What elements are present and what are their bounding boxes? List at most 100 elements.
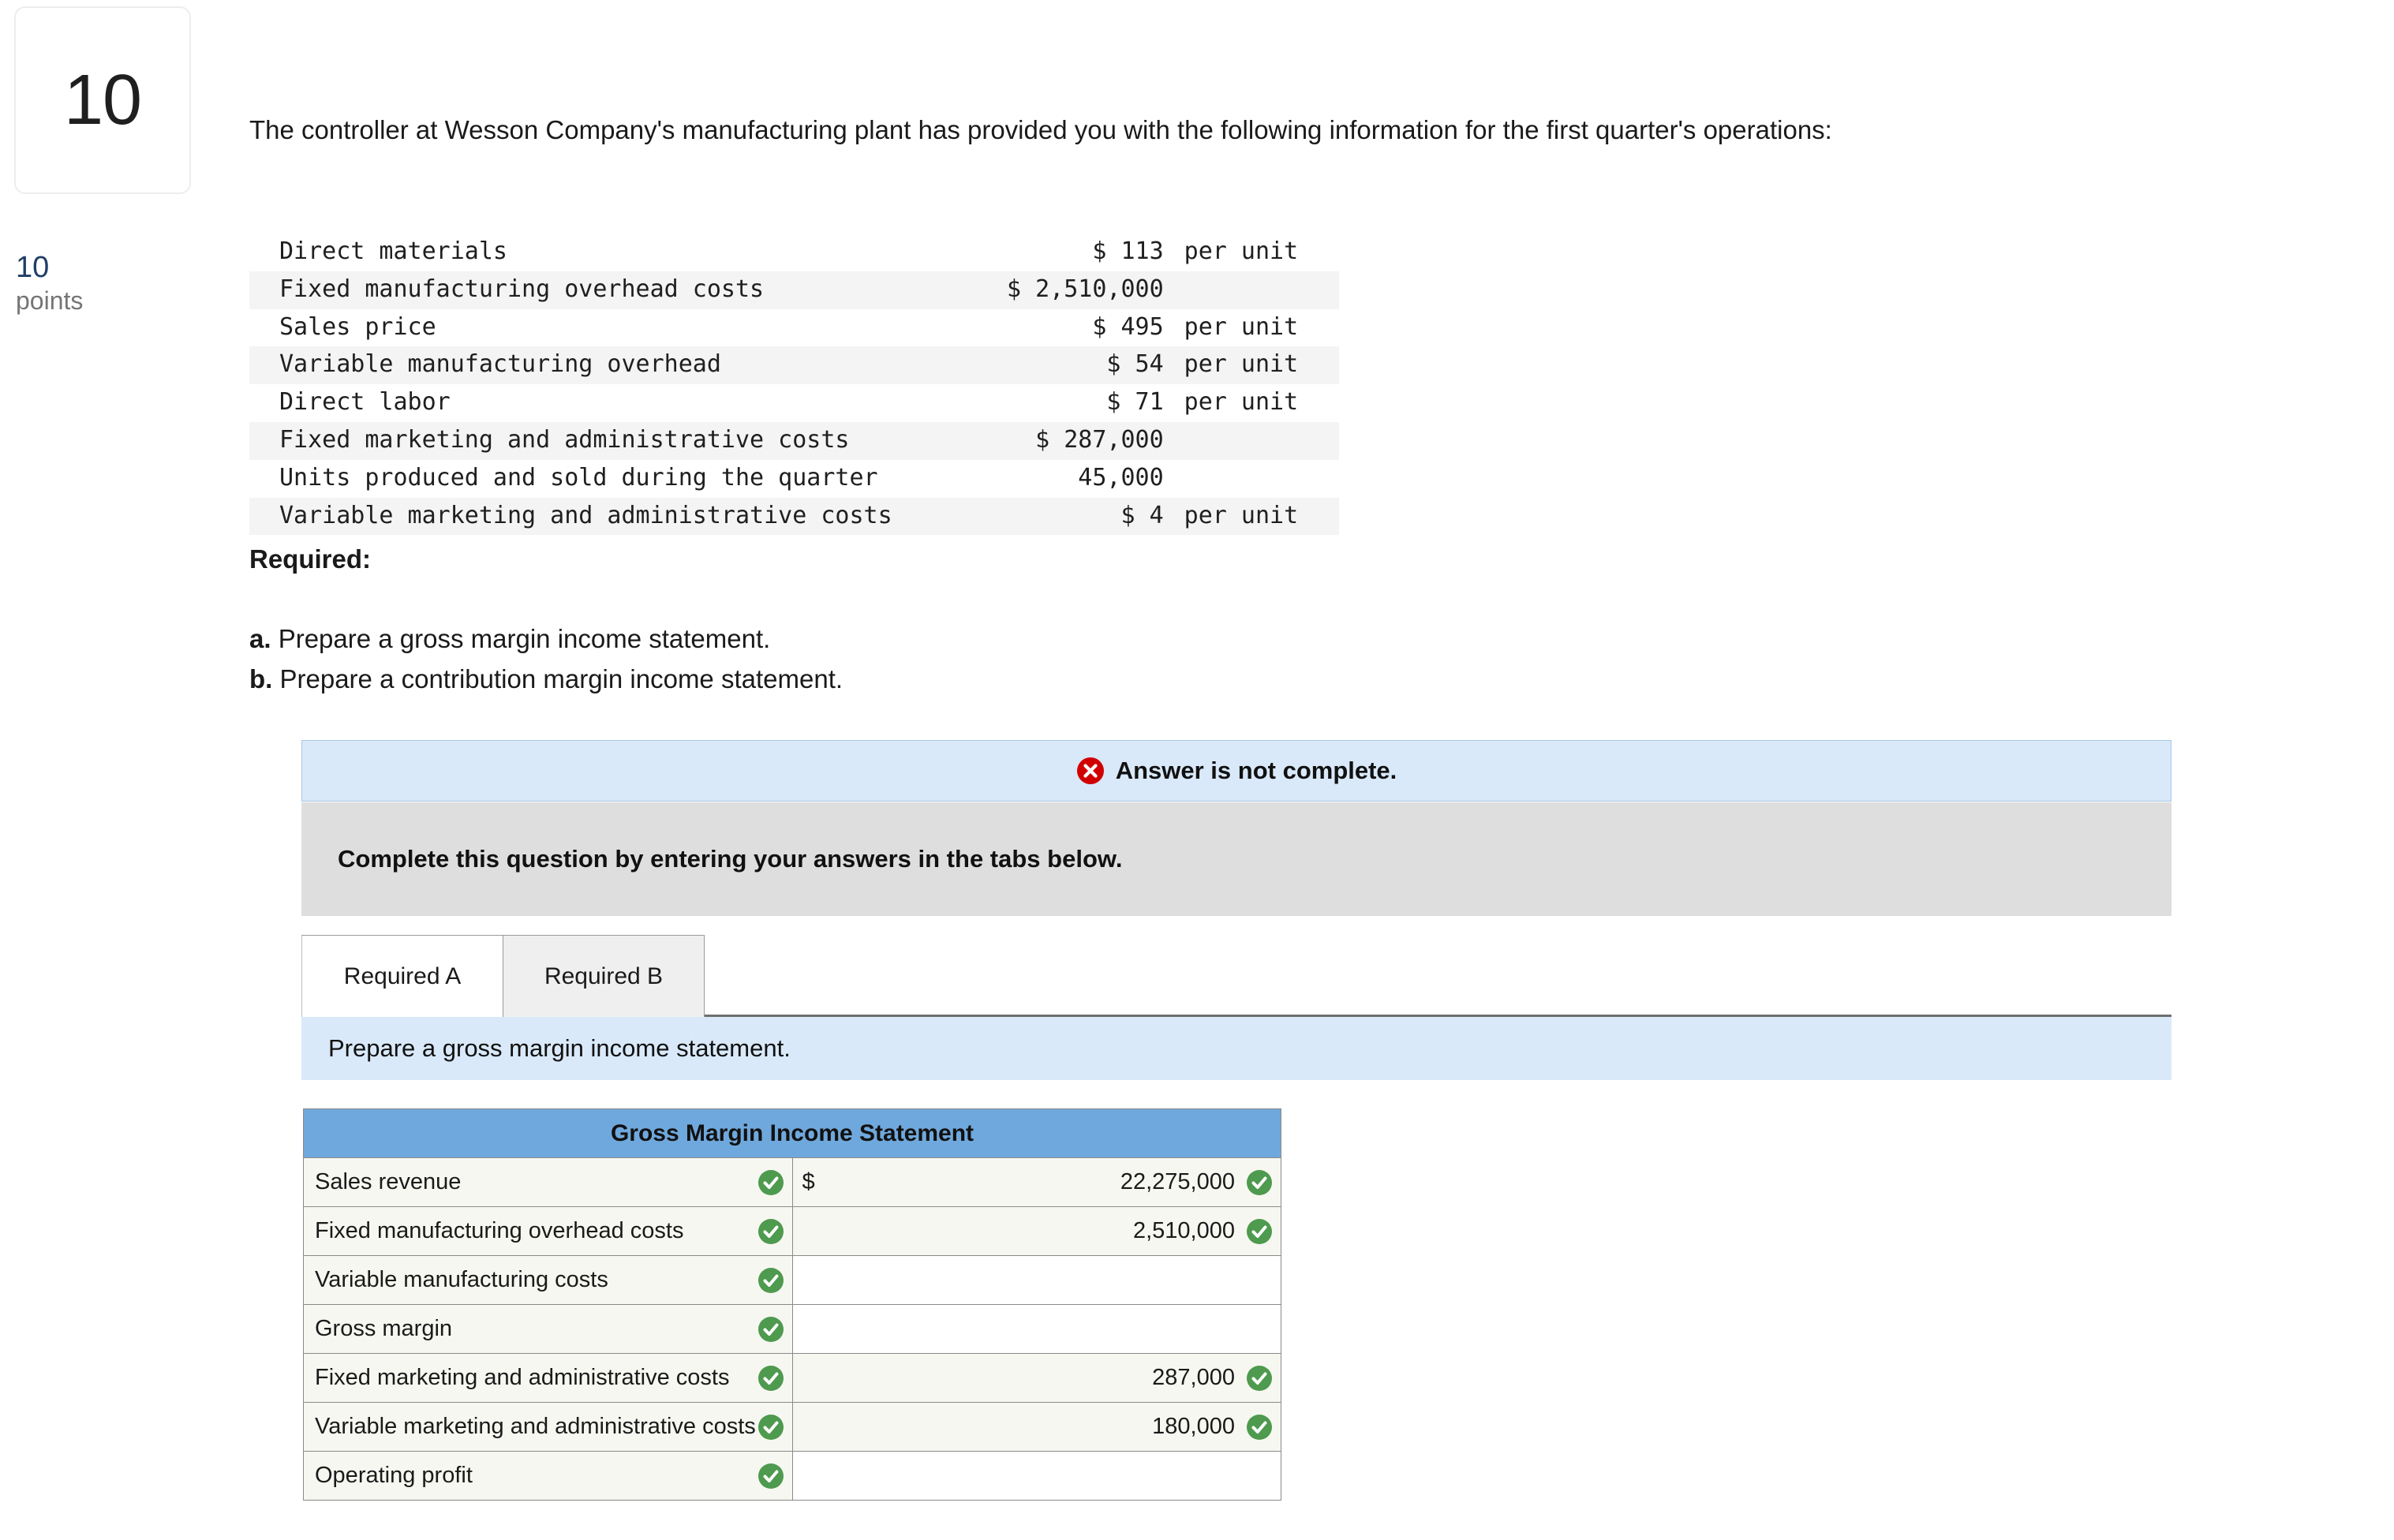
correct-check-icon: [757, 1218, 784, 1244]
tab-required-a-label: Required A: [343, 962, 462, 989]
subprompt-text: Prepare a gross margin income statement.: [328, 1034, 791, 1062]
question-number: 10: [63, 61, 142, 140]
statement-label-text: Fixed manufacturing overhead costs: [315, 1218, 684, 1243]
given-data-unit: [1173, 460, 1339, 498]
required-item-text: Prepare a gross margin income statement.: [271, 624, 771, 653]
given-data-row: Variable marketing and administrative co…: [249, 497, 1339, 536]
statement-label-cell[interactable]: Gross margin: [303, 1304, 793, 1354]
required-item-text: Prepare a contribution margin income sta…: [272, 664, 844, 694]
correct-check-icon: [757, 1169, 784, 1195]
given-data-body: Direct materials $ 113 per unit Fixed manuf…: [249, 234, 1339, 536]
statement-value-text: 180,000: [1152, 1414, 1235, 1439]
given-data-unit: [1173, 271, 1339, 309]
points-block: 10 points: [16, 251, 174, 316]
statement-label-text: Operating profit: [315, 1463, 473, 1488]
statement-value-cell[interactable]: [791, 1451, 1281, 1501]
statement-row: Fixed manufacturing overhead costs 2,510,…: [303, 1206, 1281, 1256]
required-item-marker: b.: [249, 664, 273, 694]
correct-check-icon: [1247, 1365, 1272, 1391]
statement-value-cell[interactable]: [791, 1255, 1281, 1305]
statement-label-cell[interactable]: Sales revenue: [303, 1157, 793, 1207]
statement-value-cell[interactable]: $22,275,000: [791, 1157, 1281, 1207]
statement-row: Fixed marketing and administrative costs…: [303, 1353, 1281, 1403]
given-data-label: Fixed manufacturing overhead costs: [249, 271, 913, 309]
required-list: a. Prepare a gross margin income stateme…: [249, 619, 843, 699]
statement-row: Operating profit: [303, 1451, 1281, 1501]
statement-title: Gross Margin Income Statement: [303, 1108, 1281, 1158]
correct-check-icon: [1247, 1169, 1272, 1195]
statement-value-text: 2,510,000: [1132, 1218, 1235, 1243]
statement-value-cell[interactable]: [791, 1304, 1281, 1354]
statement-label-text: Gross margin: [315, 1316, 453, 1341]
error-circle-x-icon: [1076, 757, 1104, 784]
instruction-text: Complete this question by entering your …: [338, 845, 1123, 873]
statement-row: Sales revenue $22,275,000: [303, 1157, 1281, 1207]
tab-bar: Required A Required B: [301, 935, 2171, 1017]
correct-check-icon: [757, 1414, 784, 1440]
correct-check-icon: [1247, 1414, 1272, 1440]
required-item: a. Prepare a gross margin income stateme…: [249, 619, 843, 659]
statement-label-cell[interactable]: Variable marketing and administrative co…: [303, 1402, 793, 1452]
statement-row: Variable manufacturing costs: [303, 1255, 1281, 1305]
correct-check-icon: [757, 1267, 784, 1293]
statement-value-cell[interactable]: 180,000: [791, 1402, 1281, 1452]
currency-symbol: $: [802, 1169, 815, 1194]
statement-table-wrapper: Gross Margin Income Statement Sales reve…: [301, 1108, 2171, 1501]
statement-label-cell[interactable]: Fixed marketing and administrative costs: [303, 1353, 793, 1403]
given-data-row: Direct materials $ 113 per unit: [249, 234, 1339, 271]
given-data-table: Direct materials $ 113 per unit Fixed manuf…: [249, 234, 1339, 536]
given-data-unit: per unit: [1173, 346, 1339, 385]
given-data-label: Variable marketing and administrative co…: [249, 497, 913, 536]
answer-panel: Answer is not complete. Complete this qu…: [301, 740, 2171, 1501]
given-data-unit: per unit: [1184, 237, 1299, 265]
given-data-row: Sales price $ 495 per unit: [249, 309, 1339, 347]
points-value: 10: [16, 251, 50, 284]
given-data-row: Direct labor $ 71 per unit: [249, 384, 1339, 422]
given-data-unit: per unit: [1184, 312, 1299, 341]
given-data-unit: per unit: [1184, 388, 1299, 417]
given-data-amount: $ 4: [912, 497, 1173, 536]
tab-required-b-label: Required B: [544, 962, 664, 989]
given-data-amount: $ 54: [912, 346, 1173, 385]
required-heading: Required:: [249, 544, 372, 574]
given-data-row: Fixed manufacturing overhead costs $ 2,51…: [249, 271, 1339, 309]
given-data-label: Variable manufacturing overhead: [249, 346, 913, 385]
gross-margin-income-statement-table: Gross Margin Income Statement Sales reve…: [303, 1108, 1281, 1501]
statement-label-text: Variable manufacturing costs: [315, 1267, 608, 1292]
question-number-card: 10: [14, 6, 191, 194]
statement-label-text: Fixed marketing and administrative costs: [315, 1365, 730, 1390]
given-data-label: Direct materials: [279, 237, 507, 265]
given-data-row: Variable manufacturing overhead $ 54 per u…: [249, 346, 1339, 385]
subprompt-bar: Prepare a gross margin income statement.: [301, 1017, 2171, 1080]
given-data-amount: 45,000: [1078, 463, 1164, 492]
statement-value-cell[interactable]: 287,000: [791, 1353, 1281, 1403]
statement-table-body: Sales revenue $22,275,000 Fixed manufactur…: [303, 1157, 1281, 1501]
given-data-row: Fixed marketing and administrative costs…: [249, 421, 1339, 460]
required-item: b. Prepare a contribution margin income …: [249, 659, 843, 699]
points-label: points: [16, 286, 84, 315]
statement-row: Variable marketing and administrative co…: [303, 1402, 1281, 1452]
statement-title-row: Gross Margin Income Statement: [303, 1108, 1281, 1158]
tab-required-b[interactable]: Required B: [503, 935, 705, 1017]
tab-required-a[interactable]: Required A: [301, 935, 503, 1017]
statement-label-cell[interactable]: Fixed manufacturing overhead costs: [303, 1206, 793, 1256]
statement-label-cell[interactable]: Variable manufacturing costs: [303, 1255, 793, 1305]
instruction-bar: Complete this question by entering your …: [301, 802, 2171, 916]
status-banner: Answer is not complete.: [301, 740, 2171, 802]
correct-check-icon: [757, 1316, 784, 1342]
statement-table-head: Gross Margin Income Statement: [303, 1108, 1281, 1158]
given-data-label: Sales price: [279, 312, 436, 341]
statement-label-cell[interactable]: Operating profit: [303, 1451, 793, 1501]
statement-value-cell[interactable]: 2,510,000: [791, 1206, 1281, 1256]
given-data-amount: $ 495: [1092, 312, 1164, 341]
given-data-label: Fixed marketing and administrative costs: [249, 421, 913, 460]
given-data-amount: $ 287,000: [912, 421, 1173, 460]
given-data-label: Units produced and sold during the quart…: [279, 463, 878, 492]
required-item-marker: a.: [249, 624, 271, 653]
statement-label-text: Variable marketing and administrative co…: [315, 1414, 756, 1439]
status-text: Answer is not complete.: [1115, 757, 1397, 784]
correct-check-icon: [757, 1463, 784, 1489]
given-data-amount: $ 2,510,000: [912, 271, 1173, 309]
given-data-unit: [1173, 421, 1339, 460]
correct-check-icon: [757, 1365, 784, 1391]
